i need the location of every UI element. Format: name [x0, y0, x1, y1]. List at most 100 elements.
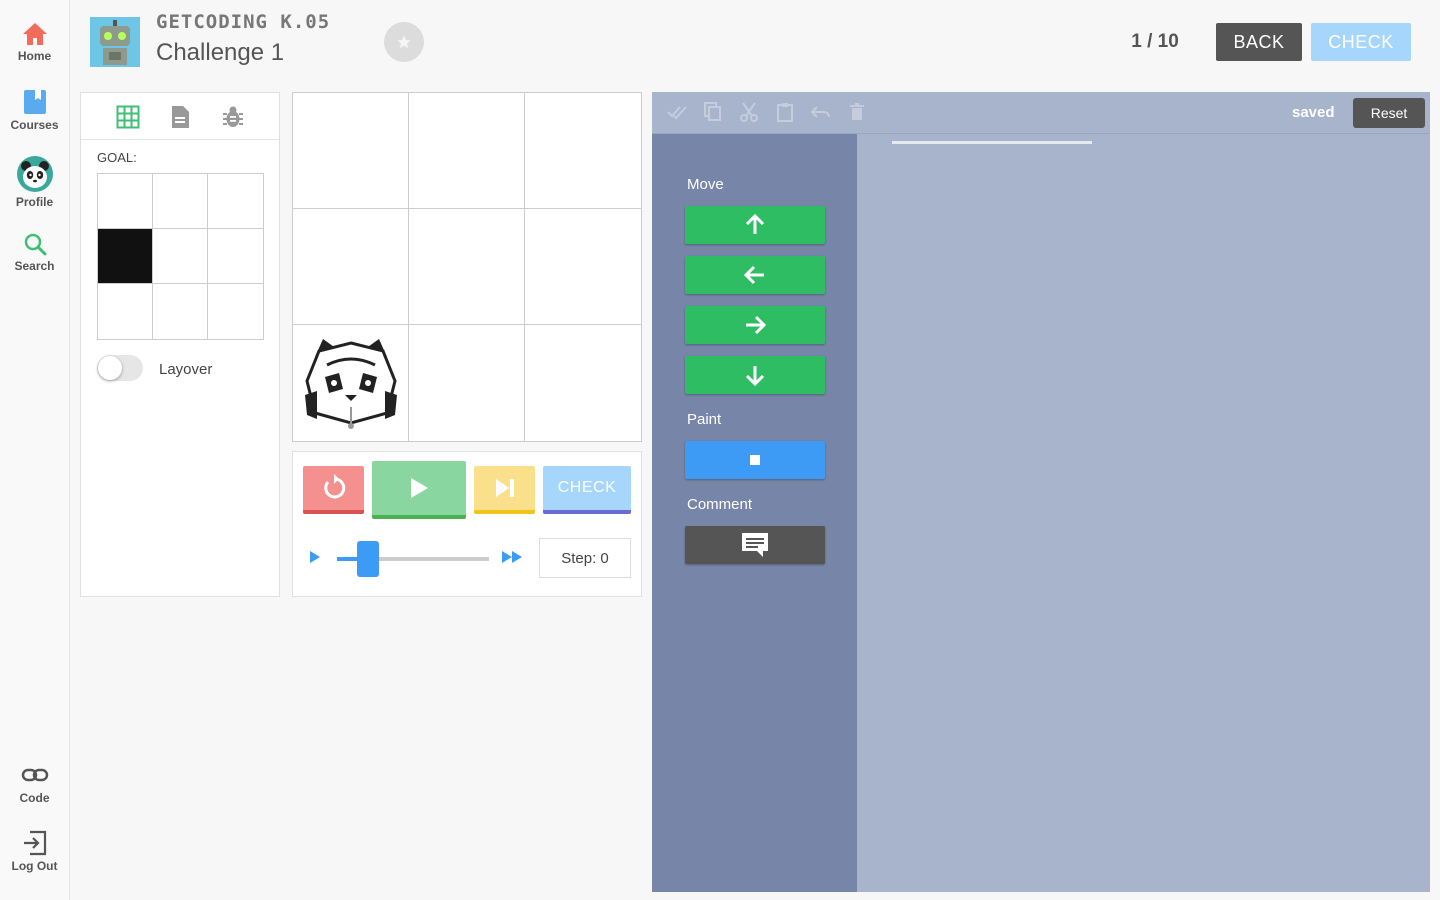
- comment-icon: [742, 533, 768, 557]
- playback-controls: CHECK Step: 0: [292, 451, 642, 597]
- panda-avatar: [16, 156, 53, 192]
- tab-grid[interactable]: [115, 104, 141, 130]
- sidebar: Home Courses Profile Search Code Log Out: [0, 0, 70, 900]
- challenge-progress: 1 / 10: [1131, 31, 1179, 52]
- step-button[interactable]: [474, 466, 535, 514]
- stage-cell: [525, 325, 641, 441]
- sidebar-item-label: Log Out: [11, 859, 58, 873]
- favorite-button[interactable]: [384, 22, 424, 62]
- grid-icon: [116, 105, 140, 129]
- home-icon: [22, 23, 47, 45]
- goal-cell: [98, 174, 153, 229]
- block-move-right[interactable]: [685, 306, 825, 344]
- goal-cell: [153, 229, 208, 284]
- stage-cell: [409, 325, 525, 441]
- slow-speed-icon[interactable]: [309, 550, 321, 569]
- paste-icon[interactable]: [775, 102, 795, 122]
- sidebar-item-profile[interactable]: Profile: [0, 156, 69, 209]
- sidebar-item-label: Search: [14, 259, 55, 273]
- check-header-button[interactable]: CHECK: [1311, 23, 1411, 61]
- challenge-title: Challenge 1: [156, 39, 285, 66]
- category-comment: Comment: [687, 496, 753, 513]
- play-button[interactable]: [372, 461, 466, 519]
- stage-cell: [409, 209, 525, 325]
- sidebar-item-courses[interactable]: Courses: [0, 89, 69, 132]
- fast-speed-icon[interactable]: [501, 550, 523, 569]
- stage-cell: [525, 93, 641, 209]
- delete-icon[interactable]: [847, 102, 867, 122]
- block-comment[interactable]: [685, 526, 825, 564]
- stage-cell: [293, 93, 409, 209]
- square-icon: [750, 455, 760, 465]
- reset-workspace-button[interactable]: Reset: [1353, 98, 1425, 128]
- robot-icon: [90, 17, 140, 67]
- block-paint[interactable]: [685, 441, 825, 479]
- toggle-knob: [98, 356, 122, 380]
- sidebar-item-code[interactable]: Code: [0, 762, 69, 805]
- search-icon: [24, 233, 46, 256]
- sidebar-item-label: Courses: [10, 118, 59, 132]
- logout-icon: [23, 830, 46, 856]
- tab-debug[interactable]: [220, 104, 246, 130]
- skip-next-icon: [495, 479, 514, 497]
- block-editor: saved Reset Move Paint Comment: [652, 92, 1430, 892]
- document-icon: [172, 106, 189, 128]
- step-counter: Step: 0: [539, 538, 631, 578]
- star-icon: [397, 35, 411, 49]
- goal-cell: [153, 284, 208, 339]
- stage-cell: [409, 93, 525, 209]
- sidebar-item-search[interactable]: Search: [0, 232, 69, 273]
- stage-cell: [525, 209, 641, 325]
- sidebar-item-label: Code: [19, 791, 50, 805]
- book-icon: [23, 90, 46, 114]
- sidebar-item-label: Profile: [15, 195, 54, 209]
- goal-cell: [208, 174, 263, 229]
- arrow-left-icon: [744, 265, 764, 285]
- tab-instructions[interactable]: [167, 104, 193, 130]
- goal-cell: [98, 284, 153, 339]
- block-palette: Move Paint Comment: [652, 134, 857, 892]
- category-move: Move: [687, 176, 724, 193]
- block-move-left[interactable]: [685, 256, 825, 294]
- stage-grid: [292, 92, 642, 442]
- block-move-up[interactable]: [685, 206, 825, 244]
- editor-toolbar: saved Reset: [652, 92, 1430, 134]
- copy-icon[interactable]: [703, 102, 723, 122]
- layover-toggle[interactable]: [97, 355, 143, 381]
- stage-cell: [293, 325, 409, 441]
- course-name: GETCODING K.05: [156, 11, 331, 33]
- goal-label: GOAL:: [97, 150, 137, 165]
- sidebar-item-home[interactable]: Home: [0, 22, 69, 63]
- block-move-down[interactable]: [685, 356, 825, 394]
- panda-robot-icon: [305, 339, 397, 429]
- goal-cell: [153, 174, 208, 229]
- arrow-up-icon: [745, 214, 765, 234]
- play-icon: [411, 478, 428, 498]
- category-paint: Paint: [687, 411, 722, 428]
- workspace-scrollbar[interactable]: [892, 141, 1092, 144]
- goal-cell: [208, 284, 263, 339]
- check-button[interactable]: CHECK: [543, 466, 631, 514]
- sidebar-item-label: Home: [17, 49, 52, 63]
- bug-icon: [223, 106, 243, 127]
- back-button[interactable]: BACK: [1216, 23, 1302, 61]
- layover-label: Layover: [159, 361, 213, 378]
- undo-icon[interactable]: [811, 102, 831, 122]
- goal-cell-painted: [98, 229, 153, 284]
- cut-icon[interactable]: [739, 102, 759, 122]
- speed-slider-handle[interactable]: [356, 541, 379, 577]
- arrow-down-icon: [745, 366, 765, 386]
- reset-run-button[interactable]: [303, 466, 364, 514]
- goal-cell: [208, 229, 263, 284]
- goal-grid: [97, 173, 264, 340]
- check-all-icon[interactable]: [667, 102, 687, 122]
- restart-icon: [323, 474, 345, 499]
- link-icon: [21, 768, 48, 782]
- goal-tabs: [81, 93, 279, 140]
- sidebar-item-logout[interactable]: Log Out: [0, 830, 69, 873]
- arrow-right-icon: [746, 315, 766, 335]
- stage-cell: [293, 209, 409, 325]
- course-avatar: [90, 17, 140, 67]
- goal-panel: GOAL: Layover: [80, 92, 280, 597]
- save-status: saved: [1292, 104, 1335, 121]
